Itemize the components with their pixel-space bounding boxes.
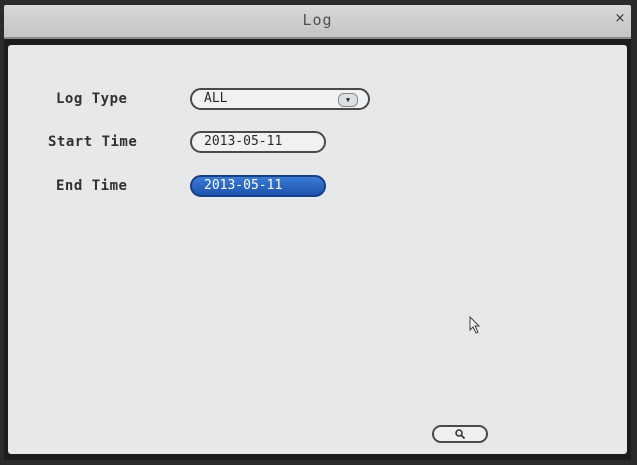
search-button[interactable] [432, 425, 488, 443]
log-search-panel: Log Type ALL ▼ Start Time 2013-05-11 End… [8, 45, 627, 454]
title-bar: Log × [4, 5, 631, 39]
start-time-value: 2013-05-11 [204, 134, 283, 149]
mouse-cursor-icon [469, 315, 481, 334]
start-time-label: Start Time [48, 134, 138, 150]
log-type-select[interactable]: ALL ▼ [190, 88, 370, 110]
end-time-field[interactable]: 2013-05-11 [190, 175, 326, 197]
window-title: Log [302, 11, 333, 29]
log-type-value: ALL [204, 91, 228, 106]
end-time-label: End Time [56, 178, 128, 194]
close-button[interactable]: × [613, 11, 627, 27]
chevron-down-icon: ▼ [338, 93, 358, 107]
start-time-field[interactable]: 2013-05-11 [190, 131, 326, 153]
search-icon [455, 429, 466, 440]
log-window: Log × Log Type ALL ▼ Start Time 2013-05-… [4, 5, 631, 460]
log-type-label: Log Type [56, 91, 128, 107]
end-time-value: 2013-05-11 [204, 178, 283, 193]
